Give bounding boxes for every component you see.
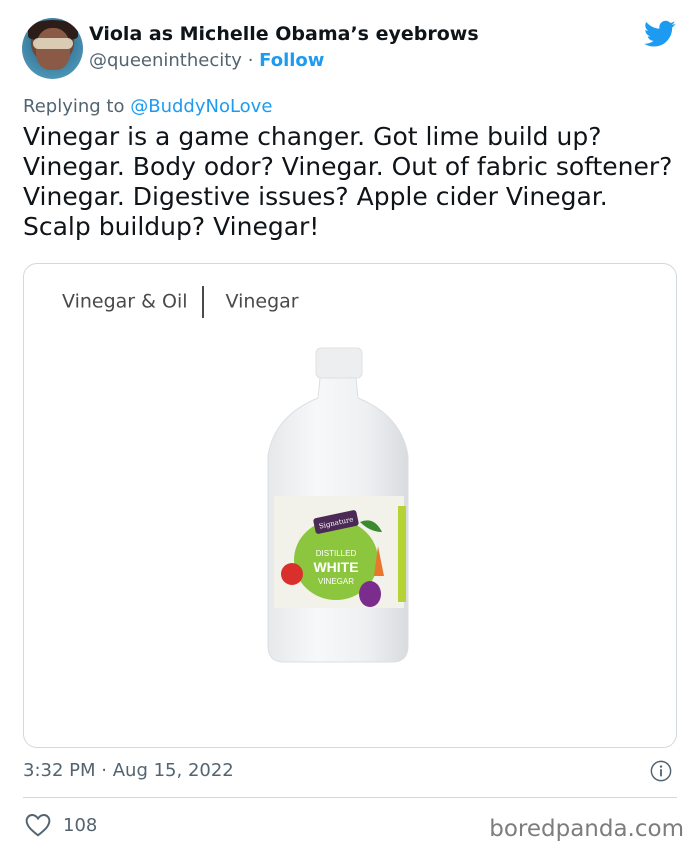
breadcrumb-item: Vinegar: [225, 290, 299, 313]
like-action[interactable]: 108: [25, 812, 97, 838]
label-line: DISTILLED: [316, 549, 357, 558]
author-display-name[interactable]: Viola as Michelle Obama’s eyebrows: [89, 23, 479, 45]
vinegar-bottle-image: Signature DISTILLED WHITE VINEGAR: [264, 346, 412, 666]
like-count: 108: [63, 814, 98, 836]
tweet-text: Vinegar is a game changer. Got lime buil…: [23, 122, 673, 241]
label-line: WHITE: [313, 559, 358, 575]
breadcrumb-item: Vinegar & Oil: [62, 290, 188, 313]
tweet-time: 3:32 PM: [23, 760, 96, 781]
media-card[interactable]: Vinegar & Oil Vinegar Signature DISTILLED…: [23, 263, 677, 748]
info-icon[interactable]: [650, 760, 672, 782]
breadcrumb-separator: [201, 286, 204, 318]
tweet-timestamp[interactable]: 3:32 PM · Aug 15, 2022: [23, 760, 234, 781]
label-line: VINEGAR: [318, 577, 354, 586]
author-handle[interactable]: @queeninthecity: [89, 50, 242, 71]
heart-icon[interactable]: [25, 813, 51, 837]
avatar[interactable]: [22, 18, 83, 79]
twitter-bird-icon[interactable]: [644, 20, 676, 48]
watermark: boredpanda.com: [489, 816, 684, 842]
follow-button[interactable]: Follow: [259, 50, 324, 71]
tweet-date: Aug 15, 2022: [112, 760, 234, 781]
reply-mention-link[interactable]: @BuddyNoLove: [130, 96, 272, 117]
replying-prefix: Replying to: [23, 96, 125, 117]
breadcrumb: Vinegar & Oil Vinegar: [62, 286, 299, 318]
tweet-header: Viola as Michelle Obama’s eyebrows @quee…: [22, 18, 682, 80]
replying-to: Replying to @BuddyNoLove: [23, 96, 272, 117]
divider: [23, 797, 677, 798]
timestamp-separator: ·: [101, 760, 107, 781]
handle-separator: ·: [247, 50, 254, 71]
author-handle-row: @queeninthecity · Follow: [89, 50, 324, 71]
